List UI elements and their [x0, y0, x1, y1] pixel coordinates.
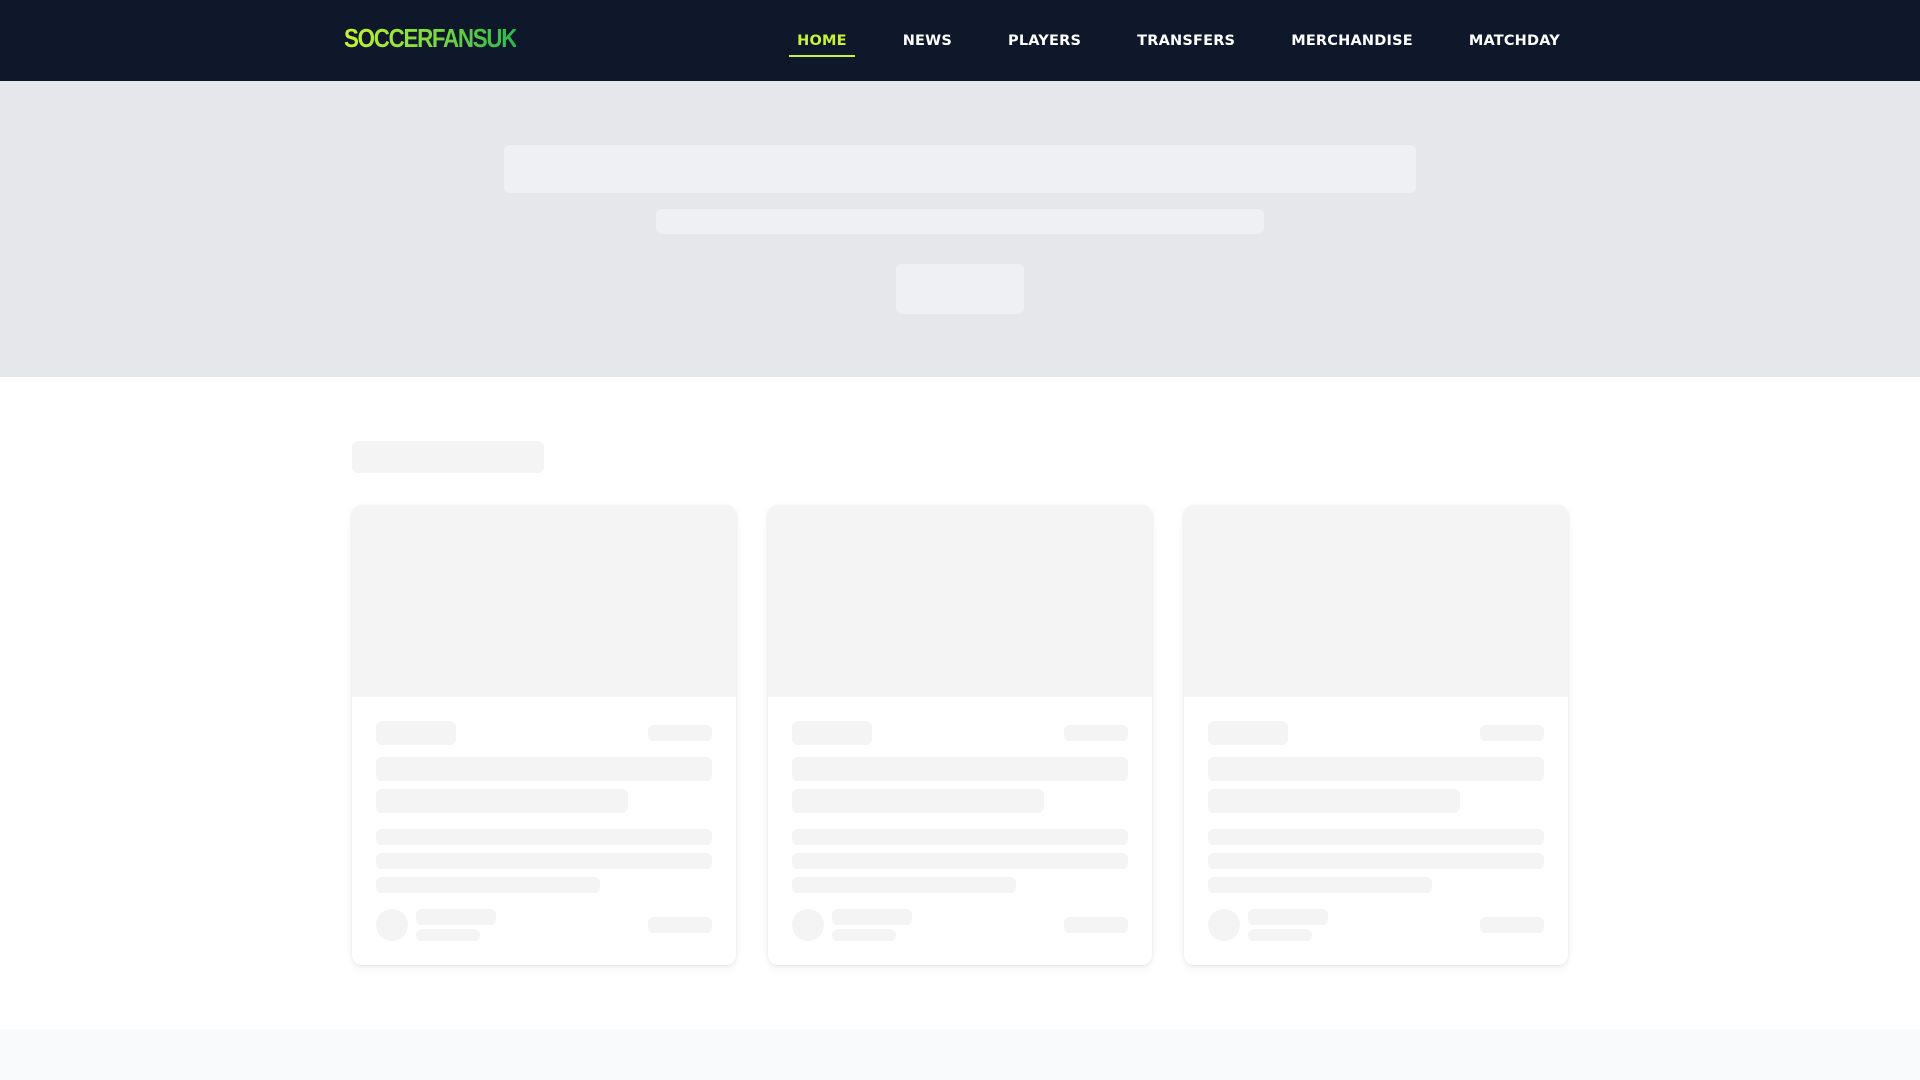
card-tag-placeholder: [792, 721, 872, 745]
article-card-skeleton: [768, 505, 1152, 965]
hero-subtitle-placeholder: [656, 209, 1264, 234]
card-headline-placeholder: [376, 757, 712, 781]
card-headline-placeholder: [792, 757, 1128, 781]
read-time-placeholder: [1480, 917, 1544, 933]
author-name-placeholder: [416, 909, 496, 925]
read-time-placeholder: [1064, 917, 1128, 933]
card-text-placeholder: [1208, 877, 1432, 893]
card-date-placeholder: [648, 725, 712, 741]
avatar-placeholder: [792, 909, 824, 941]
card-date-placeholder: [1480, 725, 1544, 741]
author-meta-placeholder: [1248, 929, 1312, 941]
card-text-placeholder: [376, 829, 712, 845]
article-card-skeleton: [1184, 505, 1568, 965]
card-image-placeholder: [352, 505, 736, 697]
nav-merchandise[interactable]: MERCHANDISE: [1283, 28, 1421, 54]
nav-transfers[interactable]: TRANSFERS: [1129, 28, 1243, 54]
card-headline-placeholder: [1208, 789, 1460, 813]
card-text-placeholder: [1208, 829, 1544, 845]
read-time-placeholder: [648, 917, 712, 933]
nav-players[interactable]: PLAYERS: [1000, 28, 1089, 54]
site-header: SOCCERFANSUK HOME NEWS PLAYERS TRANSFERS…: [0, 0, 1920, 81]
card-headline-placeholder: [1208, 757, 1544, 781]
author-name-placeholder: [832, 909, 912, 925]
avatar-placeholder: [1208, 909, 1240, 941]
card-image-placeholder: [768, 505, 1152, 697]
avatar-placeholder: [376, 909, 408, 941]
card-text-placeholder: [376, 877, 600, 893]
card-text-placeholder: [792, 829, 1128, 845]
section-title-placeholder: [352, 441, 544, 473]
article-card-skeleton: [352, 505, 736, 965]
main-nav: HOME NEWS PLAYERS TRANSFERS MERCHANDISE …: [789, 0, 1568, 81]
author-meta-placeholder: [416, 929, 480, 941]
card-text-placeholder: [792, 877, 1016, 893]
hero-button-placeholder: [896, 264, 1024, 314]
nav-news[interactable]: NEWS: [895, 28, 960, 54]
card-headline-placeholder: [376, 789, 628, 813]
nav-matchday[interactable]: MATCHDAY: [1461, 28, 1568, 54]
card-text-placeholder: [376, 853, 712, 869]
card-date-placeholder: [1064, 725, 1128, 741]
card-text-placeholder: [1208, 853, 1544, 869]
card-text-placeholder: [792, 853, 1128, 869]
card-headline-placeholder: [792, 789, 1044, 813]
hero-skeleton: [0, 81, 1920, 377]
card-image-placeholder: [1184, 505, 1568, 697]
hero-title-placeholder: [504, 145, 1416, 193]
card-tag-placeholder: [376, 721, 456, 745]
nav-home[interactable]: HOME: [789, 28, 855, 57]
card-tag-placeholder: [1208, 721, 1288, 745]
site-logo[interactable]: SOCCERFANSUK: [344, 20, 517, 56]
footer-placeholder: [0, 1029, 1920, 1080]
author-name-placeholder: [1248, 909, 1328, 925]
author-meta-placeholder: [832, 929, 896, 941]
